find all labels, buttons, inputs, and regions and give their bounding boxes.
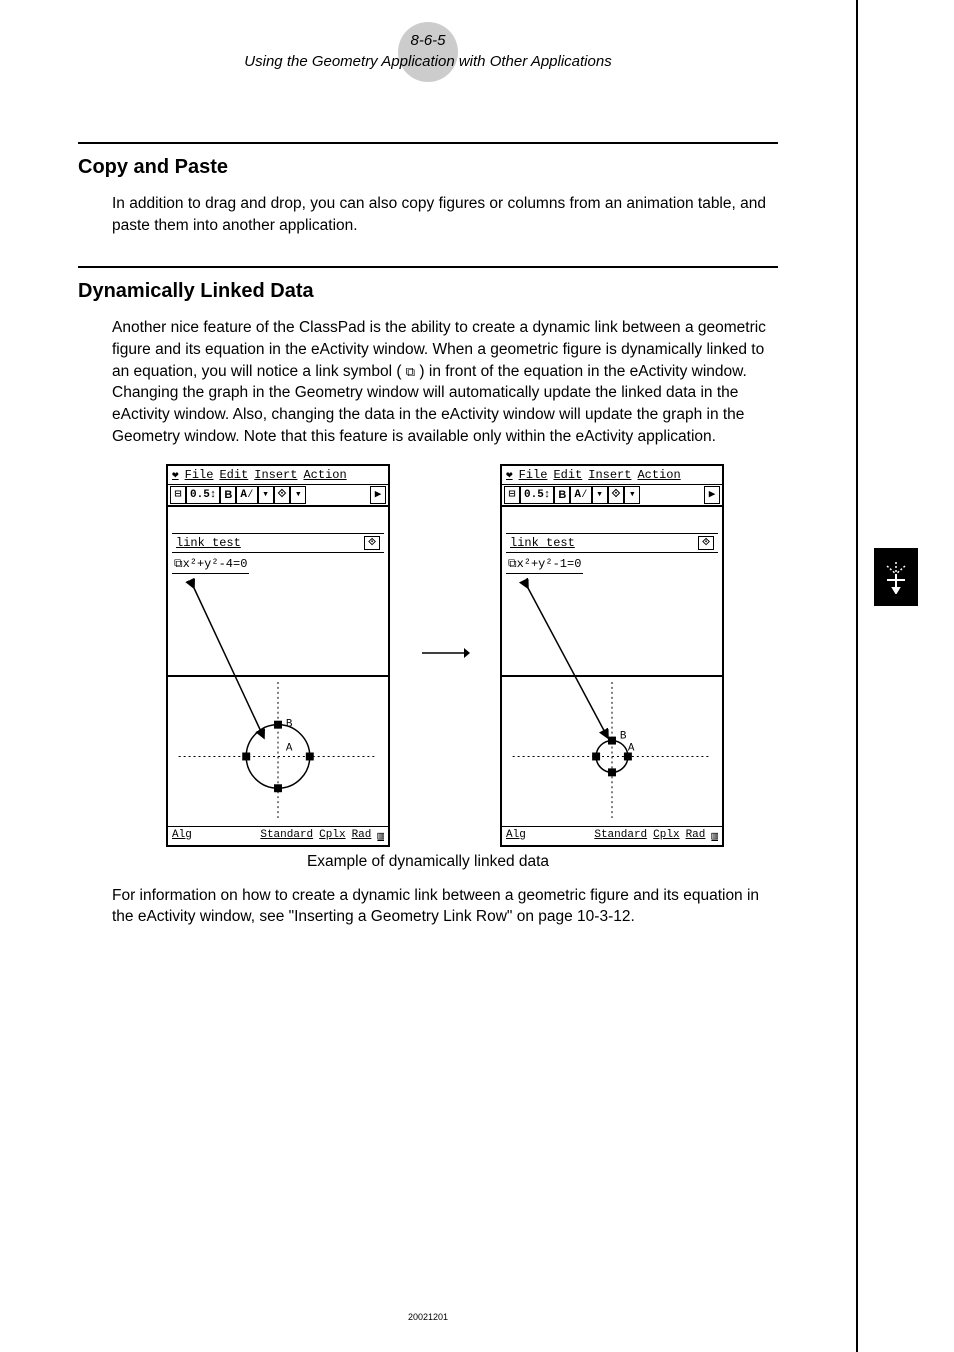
menu-file: File bbox=[519, 468, 548, 482]
statusbar: Alg Standard Cplx Rad ▥ bbox=[168, 827, 388, 845]
equation-right: ⧉x²+y²-1=0 bbox=[506, 555, 583, 574]
link-test-row: link test ⟐ bbox=[506, 533, 718, 553]
dropdown-icon: ▾ bbox=[624, 486, 640, 504]
more-icon: ▶ bbox=[704, 486, 720, 504]
link-test-label: link test bbox=[510, 536, 575, 550]
toolbar: ⊟ 0.5↕ B A⁄▾ ⟐▾ ▶ bbox=[168, 485, 388, 507]
link-test-row: link test ⟐ bbox=[172, 533, 384, 553]
calculator-screenshot-right: ❤ File Edit Insert Action ⊟ 0.5↕ B A⁄▾ ⟐… bbox=[500, 464, 724, 847]
rule bbox=[78, 266, 778, 268]
footer-code: 20021201 bbox=[0, 1312, 856, 1322]
status-mode: Alg bbox=[172, 829, 192, 843]
menu-action: Action bbox=[303, 468, 346, 482]
link-arrow-icon bbox=[518, 578, 618, 758]
status-rad: Rad bbox=[352, 829, 372, 843]
header-title: Using the Geometry Application with Othe… bbox=[0, 51, 856, 72]
menubar: ❤ File Edit Insert Action bbox=[168, 466, 388, 485]
save-icon: ⊟ bbox=[504, 486, 520, 504]
arrow-right-icon bbox=[420, 645, 470, 666]
status-cplx: Cplx bbox=[319, 829, 345, 843]
page-header: 8-6-5 Using the Geometry Application wit… bbox=[0, 30, 856, 72]
bold-icon: B bbox=[220, 486, 236, 504]
style-icon: A⁄ bbox=[570, 486, 591, 504]
status-std: Standard bbox=[260, 829, 313, 843]
svg-text:B: B bbox=[286, 718, 293, 730]
heading-dynamic-link: Dynamically Linked Data bbox=[78, 280, 778, 303]
status-rad: Rad bbox=[686, 829, 706, 843]
menu-edit: Edit bbox=[219, 468, 248, 482]
link-arrow-icon bbox=[184, 578, 274, 758]
page-number: 8-6-5 bbox=[0, 30, 856, 51]
screenshot-caption: Example of dynamically linked data bbox=[78, 853, 778, 871]
dropdown-icon: ▾ bbox=[258, 486, 274, 504]
svg-text:B: B bbox=[620, 730, 627, 742]
save-icon: ⊟ bbox=[170, 486, 186, 504]
geometry-link-icon: ⟐ bbox=[364, 536, 380, 550]
equation-left: ⧉x²+y²-4=0 bbox=[172, 555, 249, 574]
bold-icon: B bbox=[554, 486, 570, 504]
dynamic-link-paragraph: Another nice feature of the ClassPad is … bbox=[112, 317, 778, 447]
menu-insert: Insert bbox=[588, 468, 631, 482]
app-icon: ❤ bbox=[172, 468, 179, 482]
link-prefix-icon: ⧉ bbox=[508, 557, 517, 571]
status-std: Standard bbox=[594, 829, 647, 843]
geom-icon: ⟐ bbox=[608, 486, 625, 504]
menu-edit: Edit bbox=[553, 468, 582, 482]
dropdown-icon: ▾ bbox=[592, 486, 608, 504]
menubar: ❤ File Edit Insert Action bbox=[502, 466, 722, 485]
dropdown-icon: ▾ bbox=[290, 486, 306, 504]
screenshots-row: ❤ File Edit Insert Action ⊟ 0.5↕ B A⁄▾ ⟐… bbox=[112, 464, 778, 847]
toolbar: ⊟ 0.5↕ B A⁄▾ ⟐▾ ▶ bbox=[502, 485, 722, 507]
content-area: Copy and Paste In addition to drag and d… bbox=[0, 72, 856, 928]
menu-file: File bbox=[185, 468, 214, 482]
copy-paste-paragraph: In addition to drag and drop, you can al… bbox=[112, 193, 778, 236]
calculator-screenshot-left: ❤ File Edit Insert Action ⊟ 0.5↕ B A⁄▾ ⟐… bbox=[166, 464, 390, 847]
frac-icon: 0.5↕ bbox=[520, 486, 554, 504]
heading-copy-paste: Copy and Paste bbox=[78, 156, 778, 179]
link-symbol-icon: ⧉ bbox=[406, 364, 415, 379]
menu-insert: Insert bbox=[254, 468, 297, 482]
battery-icon: ▥ bbox=[377, 829, 384, 843]
footnote-paragraph: For information on how to create a dynam… bbox=[112, 885, 778, 928]
geom-icon: ⟐ bbox=[274, 486, 291, 504]
app-icon: ❤ bbox=[506, 468, 513, 482]
page: 8-6-5 Using the Geometry Application wit… bbox=[0, 0, 858, 1352]
status-cplx: Cplx bbox=[653, 829, 679, 843]
geometry-link-icon: ⟐ bbox=[698, 536, 714, 550]
link-prefix-icon: ⧉ bbox=[174, 557, 183, 571]
side-tab-icon bbox=[874, 548, 918, 606]
style-icon: A⁄ bbox=[236, 486, 257, 504]
statusbar: Alg Standard Cplx Rad ▥ bbox=[502, 827, 722, 845]
link-test-label: link test bbox=[176, 536, 241, 550]
battery-icon: ▥ bbox=[711, 829, 718, 843]
rule bbox=[78, 142, 778, 144]
svg-text:A: A bbox=[628, 742, 635, 754]
svg-text:A: A bbox=[286, 742, 293, 754]
menu-action: Action bbox=[637, 468, 680, 482]
status-mode: Alg bbox=[506, 829, 526, 843]
frac-icon: 0.5↕ bbox=[186, 486, 220, 504]
more-icon: ▶ bbox=[370, 486, 386, 504]
